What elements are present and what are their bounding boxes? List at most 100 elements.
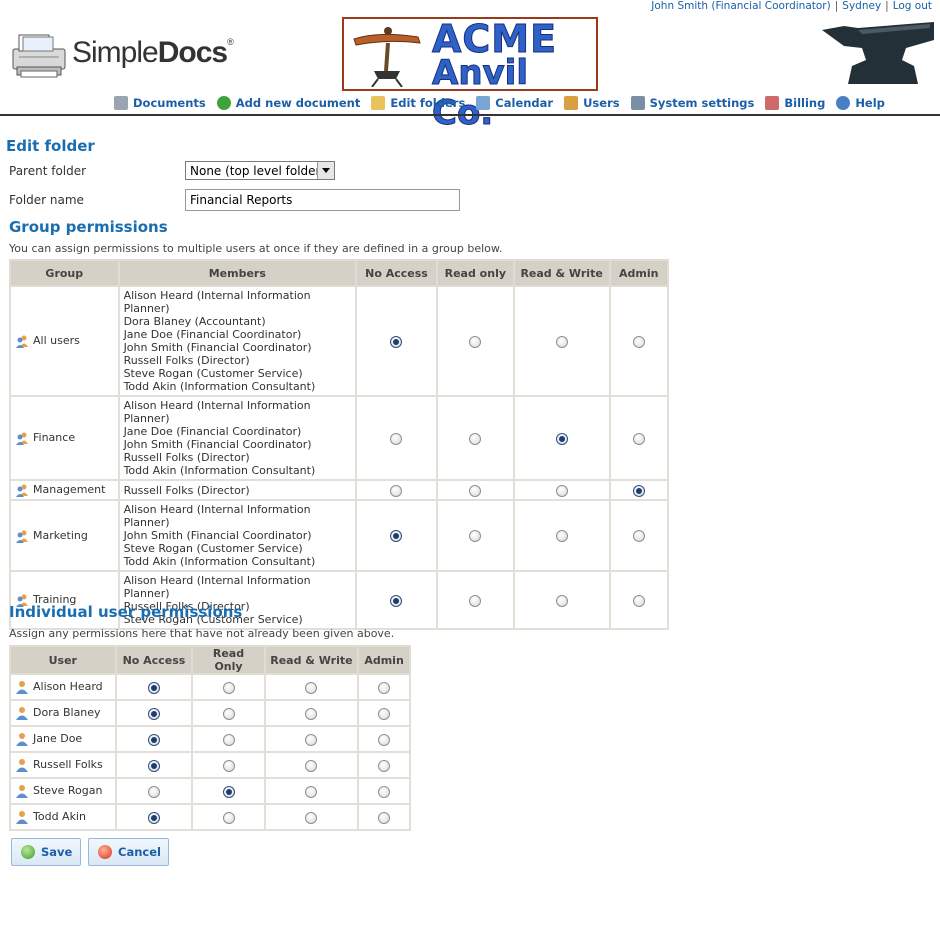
logout-link[interactable]: Log out [893,0,932,12]
member-entry: Steve Rogan (Customer Service) [123,367,303,380]
no-access-radio[interactable] [390,432,403,445]
nav-item-calendar[interactable]: Calendar [476,96,553,110]
user-icon [15,810,29,824]
member-entry: Alison Heard (Internal Information Plann… [123,289,311,315]
read-only-radio[interactable] [469,484,482,497]
nav-item-documents[interactable]: Documents [114,96,206,110]
group-icon [15,334,29,348]
column-header: Read only [435,259,515,287]
nav-item-add-new-document[interactable]: Add new document [216,96,360,110]
nav-item-edit-folders[interactable]: Edit folders [371,96,465,110]
nav-item-label: Calendar [495,96,554,110]
permission-cell [608,395,670,481]
permission-cell [114,803,194,831]
cancel-button[interactable]: Cancel [88,838,169,866]
column-header: No Access [355,259,438,287]
table-row: Finance Alison Heard (Internal Informatio… [9,395,670,481]
admin-radio[interactable] [632,594,645,607]
chevron-down-icon[interactable] [317,162,334,179]
group-cell: All users [9,285,120,397]
page-title: Edit folder [6,137,95,155]
no-access-radio[interactable] [147,785,160,798]
read-only-radio[interactable] [222,759,235,772]
no-access-radio[interactable] [390,530,403,542]
user-bar: John Smith (Financial Coordinator) | Sydne… [651,0,932,12]
read-write-radio[interactable] [555,594,568,607]
no-access-radio[interactable] [390,335,403,348]
read-write-radio[interactable] [305,681,318,694]
read-write-radio[interactable] [555,335,568,348]
member-entry: John Smith (Financial Coordinator) [123,341,312,354]
member-entry: Jane Doe (Financial Coordinator) [123,328,302,341]
admin-radio[interactable] [632,335,645,348]
nav-item-users[interactable]: Users [564,96,620,110]
user-name: Jane Doe [33,732,83,745]
permission-cell [114,673,194,701]
read-only-radio[interactable] [222,733,235,746]
admin-radio[interactable] [632,484,645,497]
admin-radio[interactable] [378,811,391,824]
save-button-label: Save [41,845,73,859]
admin-radio[interactable] [378,707,391,720]
cancel-button-label: Cancel [118,845,161,859]
nav-item-label: Help [855,96,885,110]
read-only-radio[interactable] [469,530,482,542]
admin-radio[interactable] [632,530,645,542]
nav-item-system-settings[interactable]: System settings [630,96,754,110]
read-only-radio[interactable] [469,432,482,445]
admin-radio[interactable] [378,733,391,746]
read-only-radio[interactable] [222,785,235,798]
folder-name-input[interactable] [185,189,460,211]
read-only-radio[interactable] [469,335,482,348]
admin-radio[interactable] [378,785,391,798]
group-name: Management [33,483,106,496]
permission-cell [608,499,670,572]
read-write-radio[interactable] [305,759,318,772]
parent-folder-select[interactable]: None (top level folder) [185,161,335,180]
user-name: Russell Folks [33,758,103,771]
member-entry: Russell Folks (Director) [123,451,250,464]
group-permissions-table: Group Members No Access Read only Read & Wri… [9,259,670,630]
admin-radio[interactable] [632,432,645,445]
permission-cell [355,285,438,397]
parent-folder-value: None (top level folder) [190,164,326,178]
nav-item-billing[interactable]: Billing [765,96,825,110]
read-only-radio[interactable] [469,594,482,607]
admin-radio[interactable] [378,759,391,772]
user-name: Alison Heard [33,680,103,693]
member-entry: Jane Doe (Financial Coordinator) [123,425,302,438]
nav-item-help[interactable]: Help [836,96,885,110]
no-access-radio[interactable] [390,484,403,497]
save-button[interactable]: Save [11,838,81,866]
current-user-link[interactable]: John Smith (Financial Coordinator) [651,0,830,12]
read-write-radio[interactable] [305,785,318,798]
no-access-radio[interactable] [147,707,160,720]
read-write-radio[interactable] [555,530,568,542]
permission-cell [435,479,515,501]
individual-permissions-description: Assign any permissions here that have no… [9,627,395,640]
read-write-radio[interactable] [555,432,568,445]
permission-cell [355,479,438,501]
no-access-radio[interactable] [147,681,160,694]
permission-cell [114,725,194,753]
admin-radio[interactable] [378,681,391,694]
logo-reg: ® [227,37,234,47]
no-access-radio[interactable] [390,594,403,607]
member-entry: Steve Rogan (Customer Service) [123,542,303,555]
permission-cell [435,570,515,630]
group-cell: Management [9,479,120,501]
no-access-radio[interactable] [147,759,160,772]
read-write-radio[interactable] [555,484,568,497]
read-write-radio[interactable] [305,811,318,824]
no-access-radio[interactable] [147,733,160,746]
billing-icon [765,96,780,110]
read-write-radio[interactable] [305,707,318,720]
location-link[interactable]: Sydney [842,0,881,12]
user-icon [15,758,29,772]
read-write-radio[interactable] [305,733,318,746]
read-only-radio[interactable] [222,681,235,694]
no-access-radio[interactable] [147,811,160,824]
user-cell: Russell Folks [9,751,117,779]
read-only-radio[interactable] [222,707,235,720]
read-only-radio[interactable] [222,811,235,824]
